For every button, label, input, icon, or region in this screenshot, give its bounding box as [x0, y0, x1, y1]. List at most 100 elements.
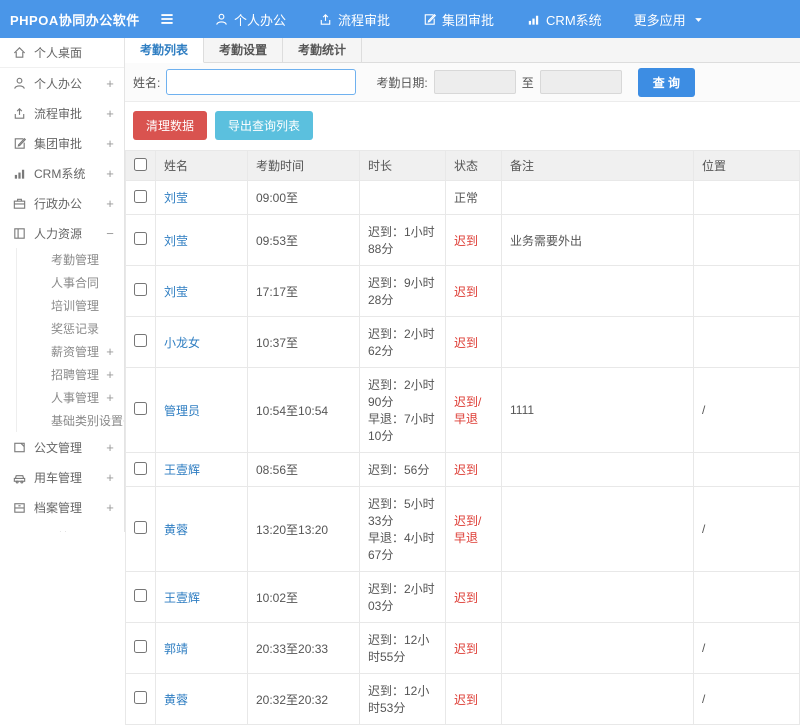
- attendance-table: 姓名 考勤时间 时长 状态 备注 位置 刘莹 09:00至 正常 刘莹 09:53至 迟到：1小时8…: [125, 150, 800, 725]
- row-checkbox[interactable]: [134, 589, 147, 602]
- expand-toggle[interactable]: +: [104, 344, 116, 359]
- sidebar-item-1[interactable]: 个人办公 +: [0, 68, 124, 98]
- row-checkbox[interactable]: [134, 521, 147, 534]
- table-row: 王壹辉 08:56至 迟到：56分 迟到: [125, 452, 800, 487]
- sidebar-subitem-5[interactable]: 招聘管理 +: [16, 363, 124, 386]
- sidebar-item-2[interactable]: 流程审批 +: [0, 98, 124, 128]
- row-checkbox[interactable]: [134, 334, 147, 347]
- employee-link[interactable]: 管理员: [164, 404, 200, 418]
- employee-link[interactable]: 王壹辉: [164, 591, 200, 605]
- location-cell: /: [693, 367, 800, 453]
- name-filter-input[interactable]: [166, 69, 357, 95]
- checkbox-cell: [125, 316, 156, 368]
- sidebar-item-label: 行政办公: [34, 196, 83, 211]
- sidebar-item-label: 个人桌面: [34, 46, 83, 60]
- table-row: 刘莹 17:17至 迟到：9小时28分 迟到: [125, 265, 800, 317]
- expand-toggle[interactable]: +: [104, 106, 116, 121]
- employee-link[interactable]: 刘莹: [164, 234, 188, 248]
- clean-data-button[interactable]: 清理数据: [133, 111, 208, 140]
- expand-toggle[interactable]: +: [104, 136, 116, 151]
- tab-2[interactable]: 考勤统计: [283, 38, 363, 62]
- sidebar-item-0[interactable]: 个人桌面: [0, 38, 124, 68]
- remark-cell: 1111: [501, 367, 694, 453]
- expand-toggle[interactable]: +: [104, 196, 116, 211]
- chart-icon: [12, 166, 27, 181]
- employee-link[interactable]: 郭靖: [164, 642, 188, 656]
- sidebar-item-9[interactable]: 档案管理 +: [0, 492, 124, 522]
- row-checkbox[interactable]: [134, 232, 147, 245]
- app-logo[interactable]: PHPOA协同办公软件: [0, 10, 150, 29]
- sidebar-subitem-2[interactable]: 培训管理: [16, 294, 124, 317]
- nav-item-4[interactable]: 更多应用: [618, 0, 722, 38]
- sidebar-subitem-label: 人事合同: [51, 276, 100, 290]
- sidebar-item-6[interactable]: 人力资源 −: [0, 218, 124, 248]
- sidebar-subitem-label: 奖惩记录: [51, 322, 100, 336]
- expand-toggle[interactable]: +: [104, 367, 116, 382]
- location-cell: [693, 265, 800, 317]
- employee-link[interactable]: 王壹辉: [164, 463, 200, 477]
- sidebar-subitem-1[interactable]: 人事合同: [16, 271, 124, 294]
- menu-toggle-icon[interactable]: [150, 10, 184, 28]
- sidebar-item-3[interactable]: 集团审批 +: [0, 128, 124, 158]
- nav-item-1[interactable]: 流程审批: [302, 0, 406, 38]
- sidebar-subitem-7[interactable]: 基础类别设置+: [16, 409, 124, 432]
- sidebar-subitem-label: 人事管理: [51, 391, 100, 405]
- checkbox-cell: [125, 265, 156, 317]
- row-checkbox[interactable]: [134, 402, 147, 415]
- sidebar-subitem-3[interactable]: 奖惩记录: [16, 317, 124, 340]
- row-checkbox[interactable]: [134, 640, 147, 653]
- checkbox-cell: [125, 571, 156, 623]
- expand-toggle[interactable]: +: [104, 440, 116, 455]
- row-checkbox[interactable]: [134, 461, 147, 475]
- employee-link[interactable]: 小龙女: [164, 336, 200, 350]
- status-badge: 迟到/早退: [454, 395, 482, 426]
- date-to-input[interactable]: [539, 70, 622, 94]
- expand-toggle[interactable]: +: [104, 166, 116, 181]
- expand-toggle[interactable]: +: [104, 76, 116, 91]
- status-badge: 迟到: [454, 590, 479, 605]
- sidebar-item-10[interactable]: 项目管理+: [0, 522, 124, 532]
- remark-cell: [501, 571, 694, 623]
- date-from-input[interactable]: [433, 70, 516, 94]
- sidebar-item-label: 项目管理: [34, 529, 97, 533]
- export-list-button[interactable]: 导出查询列表: [215, 111, 314, 140]
- status-cell: 迟到: [445, 265, 502, 317]
- row-checkbox[interactable]: [134, 189, 147, 203]
- row-checkbox[interactable]: [134, 691, 147, 704]
- edit-icon: [422, 12, 437, 27]
- nav-item-3[interactable]: CRM系统: [510, 0, 618, 38]
- expand-toggle[interactable]: +: [104, 470, 116, 485]
- checkbox-cell: [125, 622, 156, 674]
- sidebar-item-4[interactable]: CRM系统 +: [0, 158, 124, 188]
- employee-link[interactable]: 刘莹: [164, 285, 188, 299]
- sidebar-item-label: 人力资源: [34, 226, 83, 241]
- employee-link[interactable]: 刘莹: [164, 191, 188, 205]
- sidebar-item-label: 用车管理: [34, 470, 83, 485]
- tab-1[interactable]: 考勤设置: [204, 38, 284, 62]
- sidebar-subitem-4[interactable]: 薪资管理 +: [16, 340, 124, 363]
- select-all-checkbox[interactable]: [134, 157, 147, 171]
- sidebar-item-7[interactable]: 公文管理 +: [0, 432, 124, 462]
- remark-cell: [501, 316, 694, 368]
- remark-cell: [501, 622, 694, 674]
- query-button[interactable]: 查 询: [637, 67, 696, 97]
- expand-toggle[interactable]: +: [104, 500, 116, 515]
- expand-toggle[interactable]: +: [104, 390, 116, 405]
- user-icon: [12, 76, 27, 91]
- employee-link[interactable]: 黄蓉: [164, 523, 188, 537]
- employee-link[interactable]: 黄蓉: [164, 693, 188, 707]
- sidebar-subitem-6[interactable]: 人事管理 +: [16, 386, 124, 409]
- expand-toggle[interactable]: −: [104, 226, 116, 241]
- sidebar-subitem-0[interactable]: 考勤管理: [16, 248, 124, 271]
- column-header: 位置: [693, 150, 800, 181]
- row-checkbox[interactable]: [134, 283, 147, 296]
- table-row: 黄蓉 20:32至20:32 迟到：12小时53分 迟到 /: [125, 673, 800, 725]
- nav-item-0[interactable]: 个人办公: [198, 0, 302, 38]
- sidebar-item-label: CRM系统: [34, 166, 86, 181]
- sidebar-item-8[interactable]: 用车管理 +: [0, 462, 124, 492]
- sidebar-item-5[interactable]: 行政办公 +: [0, 188, 124, 218]
- tab-0[interactable]: 考勤列表: [125, 38, 205, 63]
- column-header: 姓名: [155, 150, 248, 181]
- column-header: 状态: [445, 150, 502, 181]
- nav-item-2[interactable]: 集团审批: [406, 0, 510, 38]
